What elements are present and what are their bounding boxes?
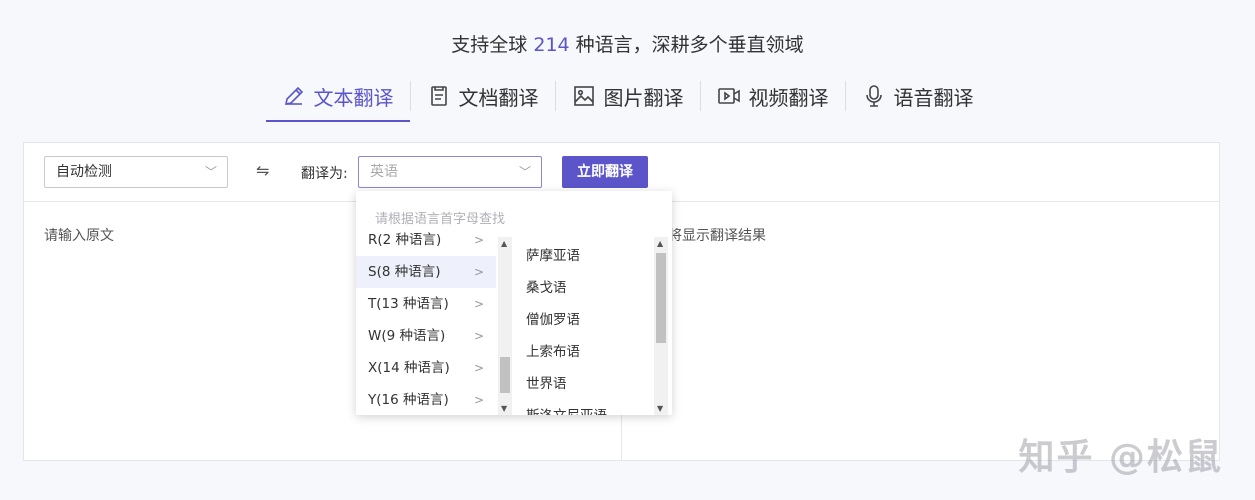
source-language-value: 自动检测 [56,164,112,180]
tab-label: 视频翻译 [748,85,829,110]
language-item[interactable]: 斯洛文尼亚语 [526,400,607,415]
scroll-up-icon[interactable]: ▲ [501,239,507,248]
tab-label: 图片翻译 [603,85,684,110]
language-item[interactable]: 桑戈语 [526,272,567,304]
letter-group-item[interactable]: T(13 种语言) > [356,288,496,320]
language-count: 214 [533,34,570,56]
tab-video-translate[interactable]: 视频翻译 [701,76,845,116]
chevron-down-icon: ﹀ [204,165,217,179]
chevron-right-icon: > [473,393,484,407]
language-item[interactable]: 萨摩亚语 [526,240,580,272]
chevron-right-icon: > [473,265,484,279]
target-language-select[interactable]: 英语 ﹀ [358,156,542,188]
letter-group-label: S(8 种语言) [368,264,441,280]
chevron-right-icon: > [473,297,484,311]
letter-group-label: R(2 种语言) [368,232,442,248]
scroll-down-icon[interactable]: ▼ [657,404,663,413]
letter-group-label: T(13 种语言) [368,296,449,312]
scroll-down-icon[interactable]: ▼ [501,404,507,413]
chevron-right-icon: > [473,233,484,247]
letter-group-item[interactable]: W(9 种语言) > [356,320,496,352]
image-icon [573,86,594,106]
chevron-right-icon: > [473,329,484,343]
scrollbar-thumb[interactable] [656,253,666,343]
microphone-icon [865,85,882,107]
video-icon [717,88,740,104]
target-language-placeholder: 英语 [370,164,398,180]
letter-group-label: W(9 种语言) [368,328,446,344]
target-language-label: 翻译为: [301,166,348,182]
tab-text-translate[interactable]: 文本翻译 [265,76,410,122]
language-item[interactable]: 上索布语 [526,336,580,368]
language-list: 萨摩亚语 桑戈语 僧伽罗语 上索布语 世界语 斯洛文尼亚语 [514,237,654,415]
language-search-input[interactable]: 请根据语言首字母查找 [375,208,505,227]
letter-group-label: Y(16 种语言) [368,392,449,408]
language-list-scrollbar[interactable]: ▲ ▼ [654,237,668,415]
watermark: 知乎 @松鼠 [1018,437,1223,478]
letter-group-item[interactable]: S(8 种语言) > [356,256,496,288]
letter-group-item[interactable]: R(2 种语言) > [356,227,496,256]
language-item[interactable]: 僧伽罗语 [526,304,580,336]
chevron-down-icon: ﹀ [518,165,531,179]
scroll-up-icon[interactable]: ▲ [657,239,663,248]
letter-group-list: R(2 种语言) > S(8 种语言) > T(13 种语言) > W(9 种语言) >… [356,227,496,415]
tab-voice-translate[interactable]: 语音翻译 [846,76,990,116]
letter-group-label: X(14 种语言) [368,360,450,376]
chevron-right-icon: > [473,361,484,375]
result-text-area: 将显示翻译结果 [668,228,766,244]
headline: 支持全球 214 种语言，深耕多个垂直领域 [0,30,1255,57]
pencil-icon [284,86,303,106]
headline-prefix: 支持全球 [451,34,528,56]
source-language-select[interactable]: 自动检测 ﹀ [44,156,228,188]
tab-label: 文本翻译 [313,85,394,110]
tab-label: 文档翻译 [458,85,539,110]
language-item[interactable]: 世界语 [526,368,567,400]
mode-tabs: 文本翻译 文档翻译 图片翻译 视频翻译 语音翻译 [0,76,1255,122]
letter-list-scrollbar[interactable]: ▲ ▼ [498,237,512,415]
tab-image-translate[interactable]: 图片翻译 [556,76,700,116]
tab-document-translate[interactable]: 文档翻译 [411,76,555,116]
letter-group-item[interactable]: X(14 种语言) > [356,352,496,384]
swap-languages-icon[interactable]: ⇋ [256,161,269,180]
translate-now-button[interactable]: 立即翻译 [562,156,648,188]
document-icon [430,86,447,106]
scrollbar-thumb[interactable] [500,357,510,393]
source-text-input[interactable]: 请输入原文 [44,225,114,245]
letter-group-item[interactable]: Y(16 种语言) > [356,384,496,415]
language-dropdown: 请根据语言首字母查找 R(2 种语言) > S(8 种语言) > T(13 种语言)… [356,191,672,415]
tab-label: 语音翻译 [893,85,974,110]
headline-suffix: 种语言，深耕多个垂直领域 [575,34,804,56]
